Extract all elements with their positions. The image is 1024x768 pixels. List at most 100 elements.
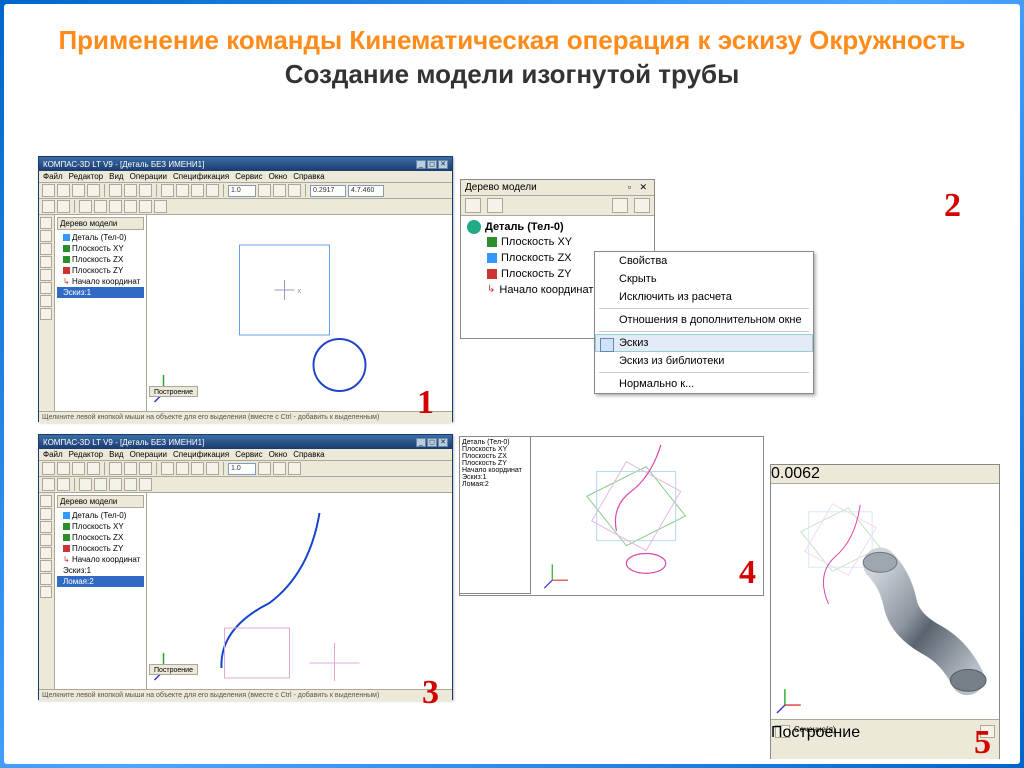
scale-field[interactable]: 1.0 — [228, 463, 256, 475]
toolbar-button[interactable] — [124, 200, 137, 213]
tree-node[interactable]: Плоскость XY — [57, 521, 144, 532]
drawing-canvas[interactable]: Построение — [147, 493, 452, 689]
toolbar-button[interactable] — [154, 200, 167, 213]
ctx-item-hide[interactable]: Скрыть — [595, 270, 813, 288]
mini-tree-node[interactable]: Эскиз:1 — [462, 474, 528, 481]
tree-root[interactable]: Деталь (Тел-0) — [57, 510, 144, 521]
vertical-toolbar[interactable] — [39, 215, 55, 411]
ctx-item-sketch-lib[interactable]: Эскиз из библиотеки — [595, 352, 813, 370]
toolbar-button[interactable] — [42, 184, 55, 197]
toolbar-button[interactable] — [42, 200, 55, 213]
toolbar-button[interactable] — [57, 200, 70, 213]
toolbar-button[interactable] — [176, 462, 189, 475]
menu-item[interactable]: Справка — [293, 172, 324, 181]
panel-toolbar[interactable] — [461, 196, 654, 216]
model-tree[interactable]: Дерево модели Деталь (Тел-0) Плоскость X… — [55, 215, 147, 411]
scale-field[interactable]: 1.0 — [228, 185, 256, 197]
window-buttons[interactable]: _◻✕ — [416, 438, 448, 447]
window-buttons[interactable]: _◻✕ — [416, 160, 448, 169]
panel-title[interactable]: Дерево модели ▫ ✕ — [461, 180, 654, 196]
toolbar-button[interactable] — [139, 200, 152, 213]
toolbar-button[interactable] — [161, 462, 174, 475]
toolbar-button[interactable] — [40, 217, 52, 229]
menu-item[interactable]: Операции — [130, 450, 167, 459]
toolbar-button[interactable] — [273, 462, 286, 475]
toolbar-button[interactable] — [40, 534, 52, 546]
toolbar-button[interactable] — [87, 462, 100, 475]
toolbar-button[interactable] — [288, 462, 301, 475]
toolbar-button[interactable] — [72, 184, 85, 197]
render-canvas[interactable]: Построение — [771, 484, 999, 719]
toolbar-button[interactable] — [258, 184, 271, 197]
ctx-item-sketch-highlight[interactable]: Эскиз — [595, 334, 813, 352]
toolbar-button[interactable] — [40, 308, 52, 320]
mini-tree-node[interactable]: Плоскость XY — [462, 446, 528, 453]
toolbar-button[interactable] — [94, 200, 107, 213]
toolbar-button[interactable] — [176, 184, 189, 197]
tree-node-selected[interactable]: Ломая:2 — [57, 576, 144, 587]
toolbar-button[interactable] — [109, 184, 122, 197]
tree-node[interactable]: ↳ Начало координат — [57, 554, 144, 565]
toolbar-button[interactable] — [40, 243, 52, 255]
ctx-item-relations[interactable]: Отношения в дополнительном окне — [595, 311, 813, 329]
menu-item[interactable]: Файл — [43, 172, 63, 181]
toolbar-button[interactable] — [42, 462, 55, 475]
toolbar-button[interactable] — [612, 198, 628, 213]
window-titlebar[interactable]: КОМПАС-3D LT V9 - [Деталь БЕЗ ИМЕНИ1] _◻… — [39, 435, 452, 449]
toolbar-button[interactable] — [161, 184, 174, 197]
toolbar-button[interactable] — [40, 256, 52, 268]
menu-item[interactable]: Операции — [130, 172, 167, 181]
tree-node-selected[interactable]: Эскиз:1 — [57, 287, 144, 298]
toolbar-button[interactable] — [124, 478, 137, 491]
menu-item[interactable]: Окно — [269, 450, 288, 459]
tab-build[interactable]: Построение — [149, 664, 198, 675]
toolbar-button[interactable] — [40, 560, 52, 572]
toolbar-row-1[interactable]: 1.0 0.2917 4.7.460 — [39, 183, 452, 199]
toolbar-button[interactable] — [206, 184, 219, 197]
value-field[interactable]: 0.0062 — [771, 465, 820, 482]
toolbar-button[interactable] — [40, 230, 52, 242]
toolbar-button[interactable] — [57, 478, 70, 491]
tab-build[interactable]: Построение — [149, 386, 198, 397]
toolbar-button[interactable] — [191, 462, 204, 475]
toolbar-button[interactable] — [87, 184, 100, 197]
ctx-item-normal-to[interactable]: Нормально к... — [595, 375, 813, 393]
mini-tree-node[interactable]: Плоскость ZY — [462, 460, 528, 467]
mini-tree-node[interactable]: Начало координат — [462, 467, 528, 474]
tree-node[interactable]: Плоскость ZX — [57, 532, 144, 543]
menubar[interactable]: Файл Редактор Вид Операции Спецификация … — [39, 449, 452, 461]
toolbar-button[interactable] — [40, 295, 52, 307]
toolbar-button[interactable] — [109, 462, 122, 475]
toolbar-button[interactable] — [258, 462, 271, 475]
ctx-item-properties[interactable]: Свойства — [595, 252, 813, 270]
toolbar-button[interactable] — [79, 200, 92, 213]
toolbar-row-2[interactable] — [39, 199, 452, 215]
toolbar-button[interactable] — [465, 198, 481, 213]
toolbar-button[interactable] — [40, 521, 52, 533]
menu-item[interactable]: Сервис — [235, 172, 262, 181]
toolbar-row[interactable]: 0.0062 — [771, 465, 999, 484]
tree-node[interactable]: Плоскость XY — [57, 243, 144, 254]
menu-item[interactable]: Файл — [43, 450, 63, 459]
toolbar-button[interactable] — [57, 462, 70, 475]
coord-y[interactable]: 4.7.460 — [348, 185, 384, 197]
tree-node[interactable]: Плоскость ZY — [57, 265, 144, 276]
toolbar-button[interactable] — [634, 198, 650, 213]
toolbar-button[interactable] — [124, 462, 137, 475]
toolbar-button[interactable] — [40, 508, 52, 520]
toolbar-button[interactable] — [191, 184, 204, 197]
vertical-toolbar[interactable] — [39, 493, 55, 689]
toolbar-button[interactable] — [79, 478, 92, 491]
toolbar-button[interactable] — [40, 573, 52, 585]
toolbar-button[interactable] — [72, 462, 85, 475]
toolbar-button[interactable] — [206, 462, 219, 475]
toolbar-button[interactable] — [57, 184, 70, 197]
toolbar-button[interactable] — [487, 198, 503, 213]
toolbar-row-1[interactable]: 1.0 — [39, 461, 452, 477]
toolbar-button[interactable] — [288, 184, 301, 197]
tree-node[interactable]: Эскиз:1 — [57, 565, 144, 576]
toolbar-row-2[interactable] — [39, 477, 452, 493]
toolbar-button[interactable] — [273, 184, 286, 197]
menu-item[interactable]: Редактор — [69, 172, 103, 181]
tree-node[interactable]: Плоскость ZX — [57, 254, 144, 265]
